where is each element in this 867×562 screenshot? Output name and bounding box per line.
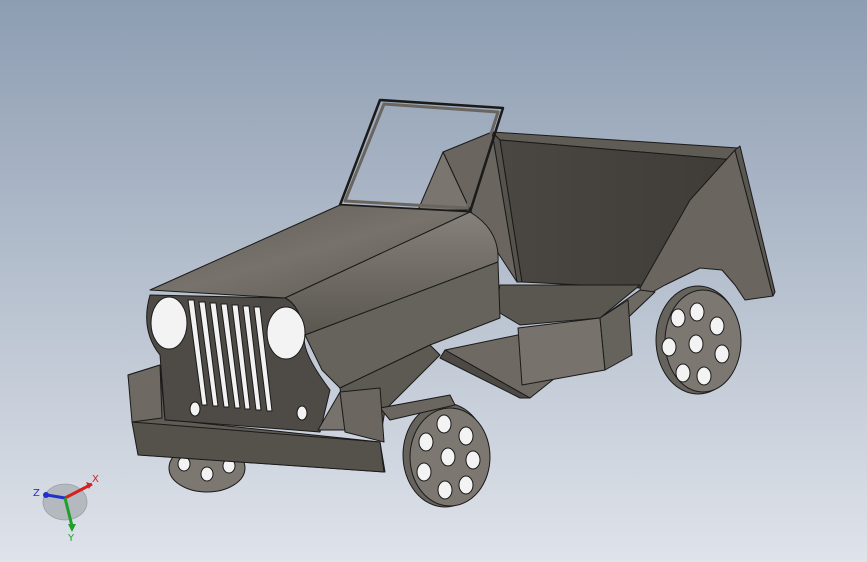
coordinate-triad[interactable]: X Z Y bbox=[20, 468, 110, 548]
x-axis-label: X bbox=[92, 474, 99, 485]
jeep-3d-model[interactable] bbox=[0, 0, 867, 562]
graphics-viewport[interactable]: X Z Y bbox=[0, 0, 867, 562]
y-axis-label: Y bbox=[67, 533, 75, 544]
front-right-wheel[interactable] bbox=[402, 402, 491, 508]
rear-right-wheel[interactable] bbox=[655, 285, 742, 395]
z-axis-label: Z bbox=[33, 488, 40, 499]
